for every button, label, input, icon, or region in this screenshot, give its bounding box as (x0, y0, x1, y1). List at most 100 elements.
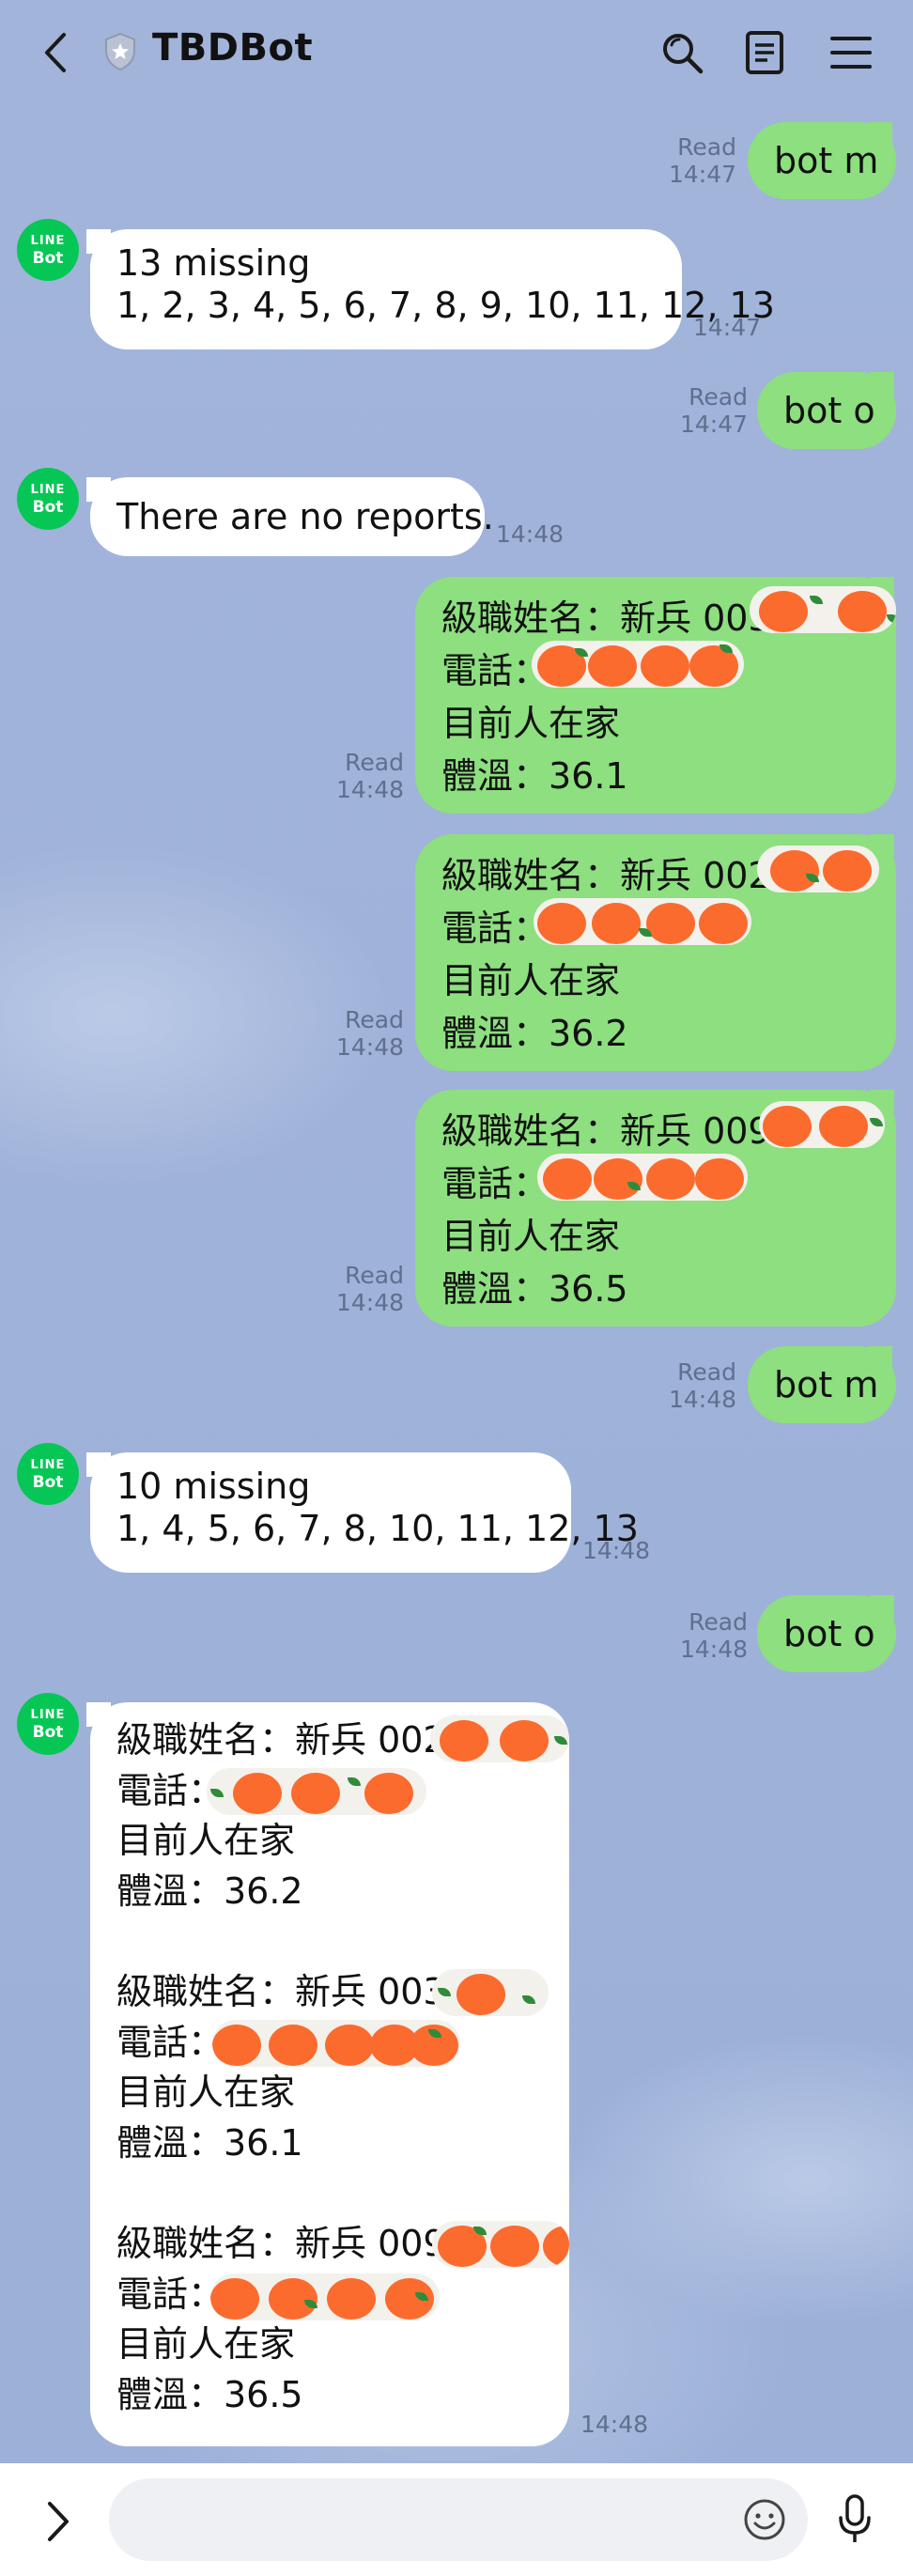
message-text: bot m (774, 1364, 879, 1405)
message-text: 1, 4, 5, 6, 7, 8, 10, 11, 12, 13 (116, 1508, 639, 1549)
message-time: 14:47 (668, 161, 736, 188)
message-text: bot o (783, 1613, 875, 1654)
microphone-icon (839, 2494, 871, 2542)
report-temp-line: 體溫：36.1 (116, 2121, 303, 2164)
bot-avatar[interactable]: LINE Bot (17, 219, 79, 281)
menu-button[interactable] (823, 26, 879, 79)
avatar-label-line: LINE (30, 1708, 66, 1722)
message-input-bar (0, 2463, 913, 2576)
report-location-line: 目前人在家 (116, 2072, 296, 2114)
report-temp-line: 體溫：36.2 (441, 1013, 628, 1054)
report-location-line: 目前人在家 (441, 703, 621, 744)
avatar-label-bot: Bot (32, 1723, 64, 1742)
avatar-label-line: LINE (30, 1458, 66, 1472)
message-bubble[interactable]: There are no reports. (90, 477, 494, 556)
read-receipt: Read (345, 1262, 404, 1289)
message-time: 14:48 (335, 1289, 404, 1316)
hamburger-menu-icon (830, 37, 872, 69)
message-bubble[interactable]: 級職姓名：新兵 002 電話： 目前人在家 體溫：36.2 級職姓名：新兵 00… (90, 1702, 569, 2446)
report-name-line: 級職姓名：新兵 003 (441, 597, 771, 639)
expand-button[interactable] (28, 2491, 88, 2552)
bot-avatar[interactable]: LINE Bot (17, 468, 79, 530)
emoji-button[interactable] (740, 2495, 789, 2544)
read-receipt: Read (345, 749, 404, 776)
message-bubble[interactable]: 13 missing 1, 2, 3, 4, 5, 6, 7, 8, 9, 10… (90, 229, 775, 349)
message-bubble[interactable]: bot o (757, 1595, 896, 1672)
chevron-left-icon (45, 33, 66, 72)
notes-button[interactable] (738, 26, 791, 79)
chat-title: TBDBot (152, 26, 314, 70)
read-receipt: Read (689, 383, 748, 411)
report-temp-line: 體溫：36.5 (116, 2373, 303, 2415)
message-time: 14:48 (496, 520, 565, 548)
redaction-sticker (207, 1768, 426, 1815)
smiley-icon (744, 2499, 785, 2540)
redaction-sticker (432, 1969, 549, 2016)
report-location-line: 目前人在家 (441, 1216, 621, 1257)
message-time: 14:48 (335, 776, 404, 803)
redaction-sticker (537, 1154, 748, 1201)
avatar-label-bot: Bot (32, 1473, 64, 1492)
avatar-label-bot: Bot (32, 498, 64, 517)
redaction-sticker (750, 586, 896, 633)
search-icon (663, 34, 704, 74)
message-time: 14:48 (668, 1386, 736, 1413)
message-input-field[interactable] (109, 2478, 808, 2561)
message-meta: Read 14:48 (325, 1006, 404, 1061)
message-meta: Read 14:48 (325, 1262, 404, 1316)
message-time: 14:48 (582, 1537, 651, 1564)
redaction-sticker (532, 641, 744, 688)
redaction-sticker (757, 846, 879, 892)
message-text: 1, 2, 3, 4, 5, 6, 7, 8, 9, 10, 11, 12, 1… (116, 285, 775, 326)
message-time: 14:48 (580, 2411, 649, 2438)
avatar-label-line: LINE (30, 483, 66, 497)
avatar-label-line: LINE (30, 234, 66, 248)
message-bubble[interactable]: bot o (757, 372, 896, 449)
message-bubble[interactable]: 級職姓名：新兵 009 電話： 目前人在家 體溫：36.5 (415, 1090, 896, 1327)
redaction-sticker (210, 2273, 440, 2320)
notes-icon (746, 31, 783, 74)
redaction-sticker (759, 1101, 885, 1148)
report-name-line: 級職姓名：新兵 003 (116, 1970, 446, 2012)
message-meta: Read 14:48 (669, 1608, 748, 1663)
bot-avatar[interactable]: LINE Bot (17, 1693, 79, 1755)
message-bubble[interactable]: bot m (748, 1346, 896, 1423)
message-meta: Read 14:47 (669, 383, 748, 438)
message-meta: Read 14:47 (658, 133, 736, 188)
read-receipt: Read (345, 1006, 404, 1033)
message-time: 14:47 (693, 314, 762, 341)
report-name-line: 級職姓名：新兵 002 (441, 855, 771, 896)
report-location-line: 目前人在家 (441, 960, 621, 1001)
read-receipt: Read (677, 133, 736, 161)
message-text: bot o (783, 390, 875, 431)
back-button[interactable] (32, 24, 79, 81)
redaction-sticker (432, 2221, 569, 2268)
redaction-sticker (212, 2020, 460, 2067)
report-name-line: 級職姓名：新兵 009 (116, 2222, 446, 2264)
read-receipt: Read (677, 1358, 736, 1386)
message-time: 14:47 (679, 411, 748, 438)
message-bubble[interactable]: bot m (748, 122, 896, 199)
message-bubble[interactable]: 級職姓名：新兵 003 電話： 目前人在家 體溫：36.1 (415, 577, 896, 814)
redaction-sticker (534, 898, 751, 945)
avatar-label-bot: Bot (32, 249, 64, 268)
message-time: 14:48 (335, 1033, 404, 1061)
message-bubble[interactable]: 級職姓名：新兵 002 電話： 目前人在家 體溫：36.2 (415, 834, 896, 1071)
microphone-button[interactable] (827, 2490, 883, 2550)
message-input[interactable] (137, 2495, 704, 2544)
report-temp-line: 體溫：36.2 (116, 1870, 303, 1912)
message-meta: Read 14:48 (658, 1358, 736, 1413)
message-meta: Read 14:48 (325, 749, 404, 803)
report-location-line: 目前人在家 (116, 2323, 296, 2366)
report-temp-line: 體溫：36.5 (441, 1268, 628, 1310)
bot-avatar[interactable]: LINE Bot (17, 1443, 79, 1505)
message-bubble[interactable]: 10 missing 1, 4, 5, 6, 7, 8, 10, 11, 12,… (90, 1452, 639, 1573)
message-text: There are no reports. (116, 496, 494, 537)
message-text: bot m (774, 140, 879, 181)
chat-header: TBDBot (0, 0, 913, 103)
search-button[interactable] (656, 26, 708, 79)
report-location-line: 目前人在家 (116, 1820, 296, 1862)
redaction-sticker (430, 1715, 569, 1762)
